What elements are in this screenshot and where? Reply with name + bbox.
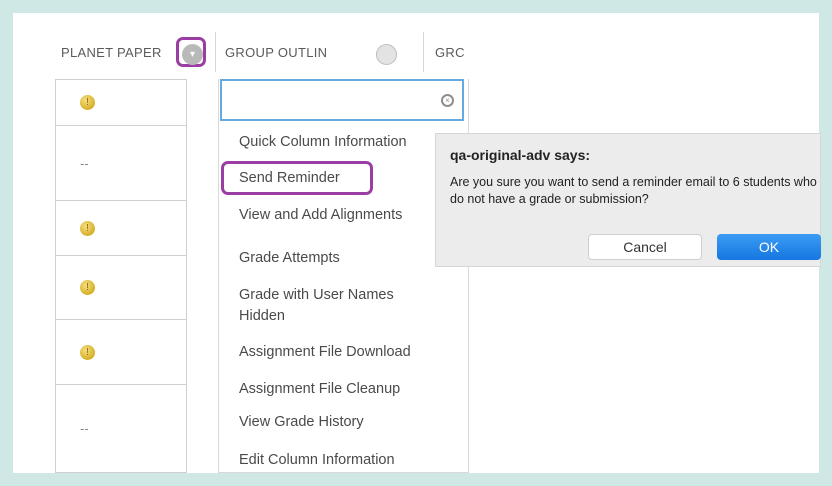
table-row[interactable]: ! (56, 79, 186, 125)
menu-item-edit-column-information[interactable]: Edit Column Information (219, 450, 467, 471)
menu-item-send-reminder[interactable]: Send Reminder (219, 168, 467, 189)
column-header-planet-paper[interactable]: PLANET PAPER (61, 26, 179, 79)
table-row[interactable]: ! (56, 255, 186, 319)
menu-item-view-and-add-alignments[interactable]: View and Add Alignments (219, 205, 467, 226)
table-row[interactable]: ! (56, 319, 186, 384)
column-header-label: GRC (435, 45, 465, 60)
table-row[interactable]: ! (56, 200, 186, 255)
table-row[interactable]: -- (56, 125, 186, 200)
cancel-button[interactable]: Cancel (588, 234, 702, 260)
column-header-label: PLANET PAPER (61, 45, 162, 60)
exclamation-icon: ! (80, 344, 95, 360)
grade-column-cells: ! -- ! ! ! -- (55, 79, 187, 473)
screenshot-canvas: PLANET PAPER ▾ GROUP OUTLIN GRC ! -- ! ! (13, 13, 821, 473)
menu-item-grade-attempts[interactable]: Grade Attempts (219, 248, 467, 269)
exclamation-icon: ! (80, 220, 95, 236)
chevron-down-icon[interactable]: ▾ (182, 44, 203, 65)
dialog-title: qa-original-adv says: (450, 147, 591, 163)
menu-search-input[interactable]: × (220, 79, 464, 121)
column-divider (215, 32, 216, 72)
menu-item-assignment-file-cleanup[interactable]: Assignment File Cleanup (219, 379, 467, 400)
column-header-truncated[interactable]: GRC (435, 26, 465, 79)
table-row[interactable]: -- (56, 384, 186, 472)
empty-grade: -- (80, 155, 89, 171)
confirm-dialog: qa-original-adv says: Are you sure you w… (435, 133, 821, 267)
exclamation-icon: ! (80, 280, 95, 295)
menu-item-quick-column-information[interactable]: Quick Column Information (219, 132, 467, 153)
clear-icon[interactable]: × (441, 94, 454, 107)
menu-item-grade-with-user-names-hidden[interactable]: Grade with User Names Hidden (219, 285, 434, 327)
exclamation-icon: ! (80, 95, 95, 110)
menu-item-view-grade-history[interactable]: View Grade History (219, 412, 467, 433)
column-header-label: GROUP OUTLIN (225, 45, 328, 60)
dialog-message: Are you sure you want to send a reminder… (450, 175, 817, 206)
column-divider (423, 32, 424, 72)
ok-button[interactable]: OK (717, 234, 821, 260)
column-context-menu: × Quick Column Information Send Reminder… (218, 79, 469, 473)
column-header-group-outline[interactable]: GROUP OUTLIN (225, 26, 375, 79)
grade-center-table: PLANET PAPER ▾ GROUP OUTLIN GRC ! -- ! ! (55, 26, 469, 473)
empty-grade: -- (80, 421, 89, 436)
chevron-down-icon[interactable] (376, 44, 397, 65)
menu-item-assignment-file-download[interactable]: Assignment File Download (219, 342, 467, 363)
